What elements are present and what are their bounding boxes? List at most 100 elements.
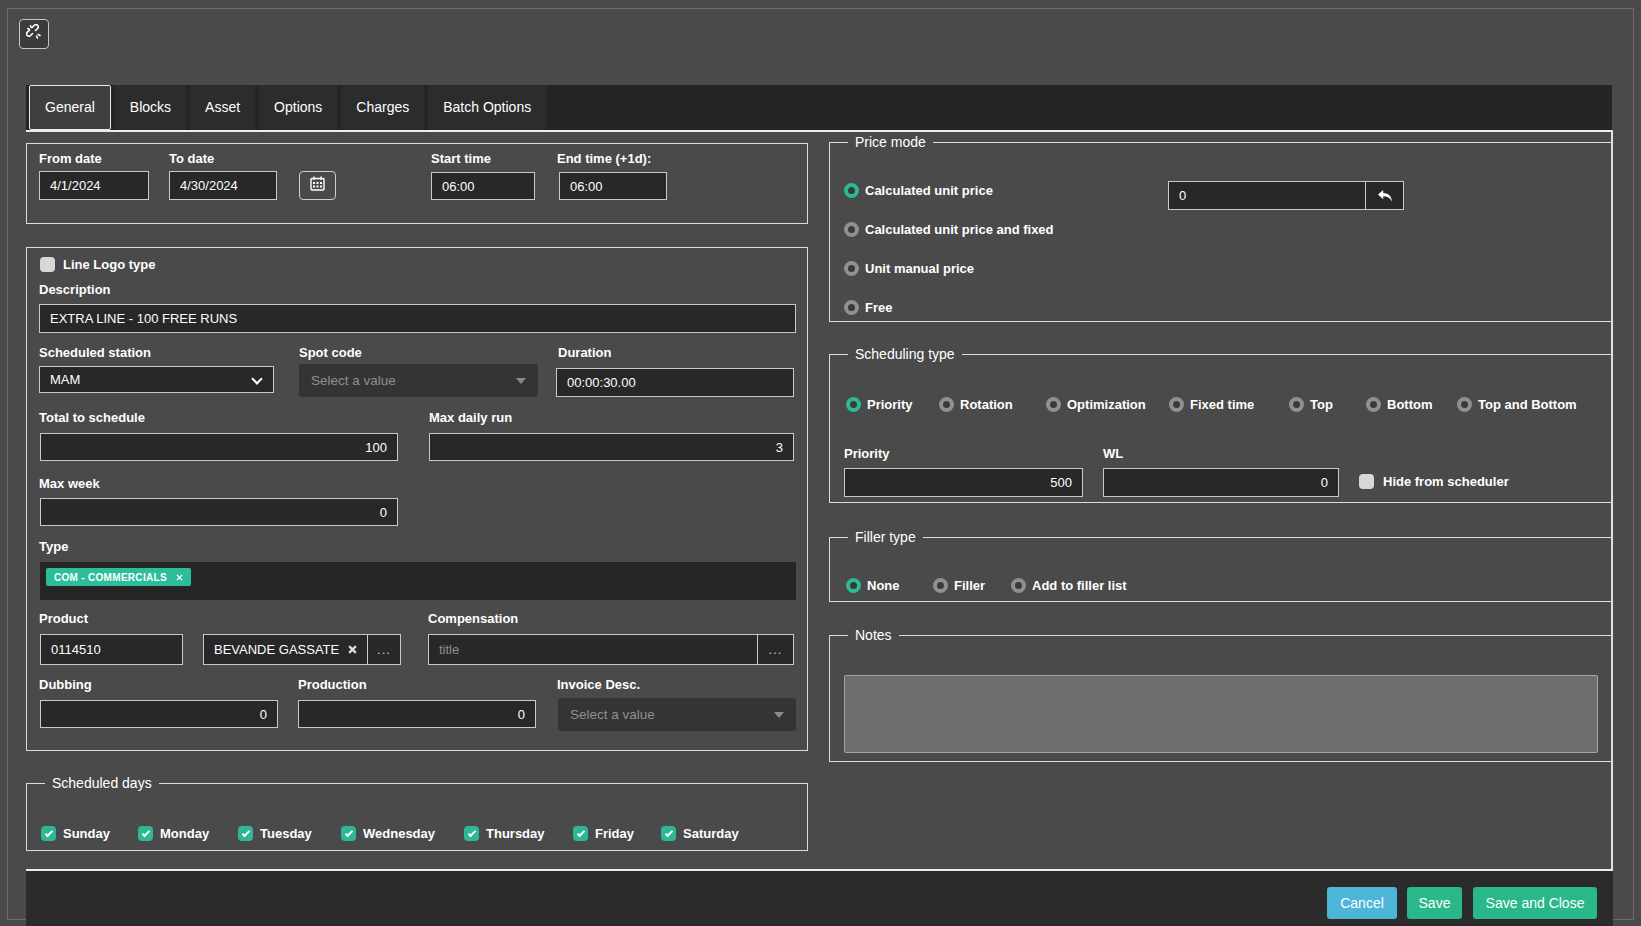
to-date-label: To date [169, 151, 214, 166]
hide-from-scheduler-checkbox[interactable] [1359, 474, 1374, 489]
from-date-input[interactable]: 4/1/2024 [39, 171, 149, 200]
duration-label: Duration [558, 345, 611, 360]
from-date-label: From date [39, 151, 102, 166]
product-label: Product [39, 611, 88, 626]
unit-price-input[interactable]: 0 [1168, 181, 1366, 210]
scheduling-type-fieldset: Scheduling type Priority Rotation Optimi… [829, 346, 1612, 503]
day-tuesday[interactable]: Tuesday [238, 826, 312, 841]
day-saturday[interactable]: Saturday [661, 826, 739, 841]
type-field[interactable]: COM - COMMERCIALS [40, 562, 796, 600]
product-browse-button[interactable]: ... [367, 634, 401, 665]
scheduling-option-priority[interactable]: Priority [846, 397, 913, 412]
type-tag[interactable]: COM - COMMERCIALS [46, 568, 191, 586]
description-label: Description [39, 282, 111, 297]
duration-input[interactable]: 00:00:30.00 [556, 368, 794, 397]
save-button[interactable]: Save [1407, 887, 1462, 919]
footer-bar: Cancel Save Save and Close [26, 871, 1613, 926]
filler-option-none[interactable]: None [846, 578, 900, 593]
scheduling-option-fixed-time[interactable]: Fixed time [1169, 397, 1254, 412]
notes-textarea[interactable] [844, 675, 1598, 753]
tab-blocks[interactable]: Blocks [115, 85, 186, 130]
compensation-browse-button[interactable]: ... [757, 634, 794, 665]
to-date-input[interactable]: 4/30/2024 [169, 171, 277, 200]
day-monday[interactable]: Monday [138, 826, 209, 841]
price-mode-option-calculated[interactable]: Calculated unit price [844, 183, 993, 198]
day-friday[interactable]: Friday [573, 826, 634, 841]
invoice-desc-label: Invoice Desc. [557, 677, 640, 692]
saturday-checkbox[interactable] [661, 826, 676, 841]
save-and-close-button[interactable]: Save and Close [1473, 887, 1597, 919]
tag-remove-icon[interactable] [176, 574, 183, 581]
cancel-button[interactable]: Cancel [1327, 887, 1397, 919]
wl-input[interactable]: 0 [1103, 468, 1339, 497]
production-input[interactable]: 0 [298, 700, 536, 728]
thursday-checkbox[interactable] [464, 826, 479, 841]
invoice-desc-select[interactable]: Select a value [558, 698, 796, 731]
product-name-field[interactable]: BEVANDE GASSATE [203, 634, 368, 665]
scheduled-station-select[interactable]: MAM [39, 366, 274, 393]
day-wednesday[interactable]: Wednesday [341, 826, 435, 841]
filler-type-title: Filler type [848, 529, 923, 545]
start-time-input[interactable]: 06:00 [431, 172, 535, 200]
price-mode-option-unit-manual[interactable]: Unit manual price [844, 261, 974, 276]
radio-icon[interactable] [844, 222, 859, 237]
tab-charges[interactable]: Charges [341, 85, 424, 130]
line-logo-checkbox[interactable] [40, 257, 55, 272]
total-to-schedule-label: Total to schedule [39, 410, 145, 425]
product-code-input[interactable]: 0114510 [40, 634, 183, 665]
max-week-input[interactable]: 0 [40, 498, 398, 526]
compensation-input[interactable]: title [428, 634, 758, 665]
end-time-label: End time (+1d): [557, 151, 651, 166]
max-week-label: Max week [39, 476, 100, 491]
filler-option-add-to-filler-list[interactable]: Add to filler list [1011, 578, 1127, 593]
max-daily-run-label: Max daily run [429, 410, 512, 425]
tab-asset[interactable]: Asset [190, 85, 255, 130]
radio-icon[interactable] [844, 183, 859, 198]
notes-title: Notes [848, 627, 899, 643]
scheduling-option-rotation[interactable]: Rotation [939, 397, 1013, 412]
calendar-icon [310, 176, 325, 195]
tuesday-checkbox[interactable] [238, 826, 253, 841]
wednesday-checkbox[interactable] [341, 826, 356, 841]
friday-checkbox[interactable] [573, 826, 588, 841]
filler-type-fieldset: Filler type None Filler Add to filler li… [829, 529, 1612, 602]
total-to-schedule-input[interactable]: 100 [40, 433, 398, 461]
price-mode-option-free[interactable]: Free [844, 300, 892, 315]
spot-code-select[interactable]: Select a value [299, 364, 538, 397]
chevron-down-icon [251, 373, 262, 384]
monday-checkbox[interactable] [138, 826, 153, 841]
scheduled-days-title: Scheduled days [45, 775, 159, 791]
scheduling-option-top-and-bottom[interactable]: Top and Bottom [1457, 397, 1577, 412]
unlink-button[interactable] [19, 19, 49, 49]
tab-options[interactable]: Options [259, 85, 337, 130]
priority-input[interactable]: 500 [844, 468, 1083, 497]
priority-label: Priority [844, 446, 890, 461]
dropdown-arrow-icon [774, 712, 784, 718]
dubbing-input[interactable]: 0 [40, 700, 278, 728]
calendar-button[interactable] [299, 171, 336, 200]
max-daily-run-input[interactable]: 3 [429, 433, 794, 461]
price-mode-fieldset: Price mode Calculated unit price Calcula… [829, 134, 1612, 322]
filler-option-filler[interactable]: Filler [933, 578, 985, 593]
end-time-input[interactable]: 06:00 [559, 172, 667, 200]
sunday-checkbox[interactable] [41, 826, 56, 841]
line-logo-label: Line Logo type [63, 257, 155, 272]
compensation-label: Compensation [428, 611, 518, 626]
day-thursday[interactable]: Thursday [464, 826, 545, 841]
tab-batch-options[interactable]: Batch Options [428, 85, 546, 130]
radio-icon[interactable] [844, 261, 859, 276]
scheduling-option-bottom[interactable]: Bottom [1366, 397, 1433, 412]
day-sunday[interactable]: Sunday [41, 826, 110, 841]
tab-general[interactable]: General [29, 85, 111, 130]
description-input[interactable]: EXTRA LINE - 100 FREE RUNS [39, 304, 796, 333]
undo-price-button[interactable] [1365, 181, 1404, 210]
price-mode-option-calculated-fixed[interactable]: Calculated unit price and fixed [844, 222, 1054, 237]
wl-label: WL [1103, 446, 1123, 461]
scheduling-option-top[interactable]: Top [1289, 397, 1333, 412]
radio-icon[interactable] [844, 300, 859, 315]
product-remove-icon[interactable] [348, 645, 357, 654]
scheduling-option-optimization[interactable]: Optimization [1046, 397, 1146, 412]
dropdown-arrow-icon [516, 378, 526, 384]
hide-from-scheduler-option[interactable]: Hide from scheduler [1359, 474, 1509, 489]
line-logo-option[interactable]: Line Logo type [40, 257, 155, 272]
